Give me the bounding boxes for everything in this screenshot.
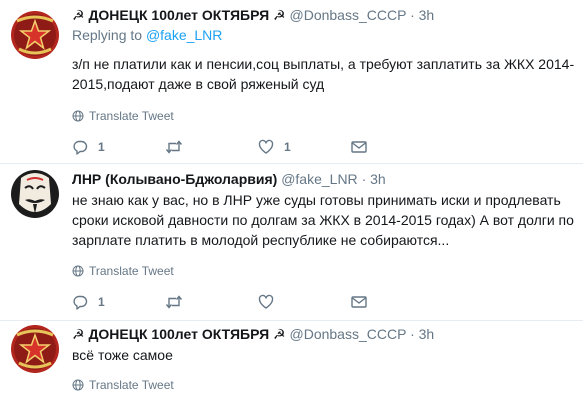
tweet-header: ☭ ДОНЕЦК 100лет ОКТЯБРЯ ☭ @Donbass_CCCP … [72,325,575,344]
translate-label: Translate Tweet [89,264,174,278]
like-count: 1 [284,140,291,154]
author-name[interactable]: ☭ ДОНЕЦК 100лет ОКТЯБРЯ ☭ [72,326,286,342]
direct-message-button[interactable] [351,140,377,154]
reply-button[interactable]: 1 [72,139,165,155]
reply-count: 1 [98,295,105,309]
globe-icon [72,379,84,391]
tweet-actions: 1 1 [72,139,575,155]
globe-icon [72,265,84,277]
retweet-button[interactable] [165,139,258,155]
separator-dot: · [410,326,415,342]
timestamp[interactable]: 3h [419,7,435,23]
like-button[interactable]: 1 [258,139,351,155]
envelope-icon [351,296,367,308]
author-name[interactable]: ЛНР (Колывано-Бджоларвия) [72,171,277,187]
separator-dot: · [410,7,415,23]
replying-mention-link[interactable]: @fake_LNR [146,27,222,43]
timestamp[interactable]: 3h [419,326,435,342]
retweet-icon [165,140,183,154]
tweet-header: ☭ ДОНЕЦК 100лет ОКТЯБРЯ ☭ @Donbass_CCCP … [72,6,575,25]
tweet-1[interactable]: ☭ ДОНЕЦК 100лет ОКТЯБРЯ ☭ @Donbass_CCCP … [0,0,583,163]
retweet-button[interactable] [165,294,258,310]
reply-count: 1 [98,140,105,154]
replying-to: Replying to @fake_LNR [72,26,575,45]
tweet-actions: 1 [72,294,575,310]
avatar-soviet-icon[interactable] [11,11,59,59]
tweet-text: з/п не платили как и пенсии,соц выплаты,… [72,56,575,92]
author-handle[interactable]: @Donbass_CCCP [290,7,407,23]
tweet-text: не знаю как у вас, но в ЛНР уже суды гот… [72,192,574,248]
heart-icon [258,294,274,309]
replying-prefix: Replying to [72,27,143,43]
avatar-soviet-icon[interactable] [11,325,59,373]
direct-message-button[interactable] [351,295,377,309]
author-handle[interactable]: @Donbass_CCCP [290,326,407,342]
timestamp[interactable]: 3h [370,171,386,187]
reply-button[interactable]: 1 [72,294,165,310]
avatar-mask-icon[interactable] [11,170,59,218]
translate-tweet-link[interactable]: Translate Tweet [72,109,575,123]
retweet-icon [165,295,183,309]
translate-label: Translate Tweet [89,378,174,392]
translate-tweet-link[interactable]: Translate Tweet [72,378,575,392]
reply-icon [73,295,88,310]
reply-icon [73,140,88,155]
tweet-2[interactable]: ЛНР (Колывано-Бджоларвия) @fake_LNR · 3h… [0,164,583,320]
translate-tweet-link[interactable]: Translate Tweet [72,264,575,278]
globe-icon [72,110,84,122]
heart-icon [258,139,274,154]
separator-dot: · [361,171,367,187]
tweet-3[interactable]: ☭ ДОНЕЦК 100лет ОКТЯБРЯ ☭ @Donbass_CCCP … [0,321,583,400]
author-handle[interactable]: @fake_LNR [281,171,357,187]
author-name[interactable]: ☭ ДОНЕЦК 100лет ОКТЯБРЯ ☭ [72,7,286,23]
envelope-icon [351,141,367,153]
translate-label: Translate Tweet [89,109,174,123]
tweet-text: всё тоже самое [72,347,173,363]
tweet-header: ЛНР (Колывано-Бджоларвия) @fake_LNR · 3h [72,170,575,189]
like-button[interactable] [258,294,351,310]
